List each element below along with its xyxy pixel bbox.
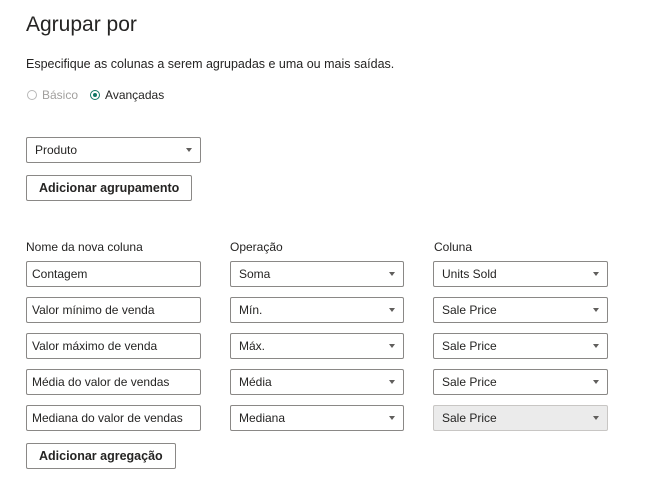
new-column-name-input[interactable]	[26, 405, 201, 431]
chevron-down-icon	[389, 308, 395, 312]
operation-value: Máx.	[239, 339, 266, 353]
chevron-down-icon	[186, 148, 192, 152]
dialog-description: Especifique as colunas a serem agrupadas…	[26, 57, 395, 71]
radio-advanced[interactable]: Avançadas	[90, 88, 164, 102]
column-dropdown: Sale Price	[433, 405, 608, 431]
dialog-title: Agrupar por	[26, 13, 137, 36]
chevron-down-icon	[389, 380, 395, 384]
column-value: Sale Price	[442, 411, 497, 425]
column-dropdown[interactable]: Sale Price	[433, 369, 608, 395]
radio-basic-indicator	[27, 90, 37, 100]
header-column: Coluna	[434, 240, 473, 254]
operation-value: Soma	[239, 267, 271, 281]
operation-dropdown[interactable]: Média	[230, 369, 404, 395]
chevron-down-icon	[593, 308, 599, 312]
new-column-name-input[interactable]	[26, 369, 201, 395]
chevron-down-icon	[593, 380, 599, 384]
add-grouping-button[interactable]: Adicionar agrupamento	[26, 175, 193, 201]
radio-basic-label: Básico	[42, 88, 79, 102]
column-value: Sale Price	[442, 339, 497, 353]
column-value: Sale Price	[442, 303, 497, 317]
operation-dropdown[interactable]: Mediana	[230, 405, 404, 431]
chevron-down-icon	[593, 272, 599, 276]
column-value: Sale Price	[442, 375, 497, 389]
operation-dropdown[interactable]: Soma	[230, 261, 404, 287]
add-aggregation-button[interactable]: Adicionar agregação	[26, 443, 176, 469]
operation-dropdown[interactable]: Máx.	[230, 333, 404, 359]
group-by-column-value: Produto	[35, 143, 78, 157]
new-column-name-input[interactable]	[26, 261, 201, 287]
chevron-down-icon	[389, 272, 395, 276]
radio-advanced-label: Avançadas	[105, 88, 165, 102]
group-by-column-dropdown[interactable]: Produto	[26, 137, 201, 163]
operation-dropdown[interactable]: Mín.	[230, 297, 404, 323]
chevron-down-icon	[389, 344, 395, 348]
column-value: Units Sold	[442, 267, 497, 281]
column-dropdown[interactable]: Units Sold	[433, 261, 608, 287]
new-column-name-input[interactable]	[26, 297, 201, 323]
header-operation: Operação	[230, 240, 283, 254]
radio-basic[interactable]: Básico	[27, 88, 78, 102]
column-dropdown[interactable]: Sale Price	[433, 333, 608, 359]
mode-radio-group: Básico Avançadas	[27, 88, 176, 102]
header-new-column-name: Nome da nova coluna	[26, 240, 143, 254]
chevron-down-icon	[593, 344, 599, 348]
new-column-name-input[interactable]	[26, 333, 201, 359]
column-dropdown[interactable]: Sale Price	[433, 297, 608, 323]
chevron-down-icon	[593, 416, 599, 420]
radio-advanced-indicator	[90, 90, 101, 100]
chevron-down-icon	[389, 416, 395, 420]
operation-value: Média	[239, 375, 272, 389]
operation-value: Mín.	[239, 303, 263, 317]
operation-value: Mediana	[239, 411, 286, 425]
